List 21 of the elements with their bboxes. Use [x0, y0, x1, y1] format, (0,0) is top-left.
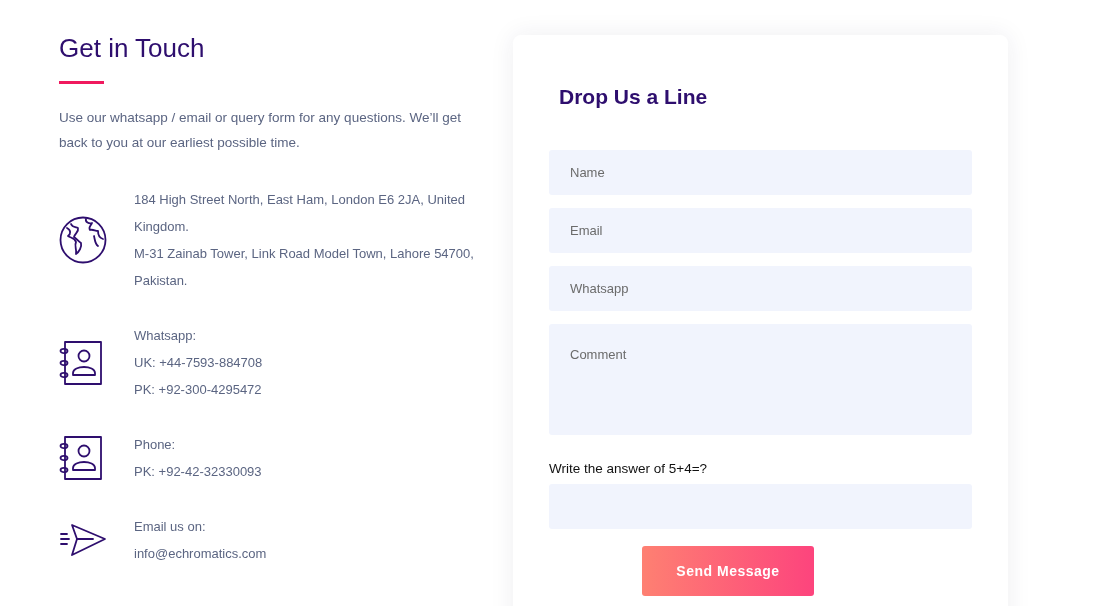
contact-text: Email us on:: [134, 518, 207, 536]
comment-field[interactable]: Comment: [549, 324, 972, 435]
input-field[interactable]: Email: [549, 208, 972, 253]
contact-text: info@echromatics.com: [134, 545, 268, 563]
contact-text: PK: +92-42-32330093: [134, 463, 263, 481]
accent-rule: [59, 81, 104, 84]
input-field[interactable]: Whatsapp: [549, 266, 972, 311]
paper-plane-icon: [59, 522, 107, 558]
input-field[interactable]: Name: [549, 150, 972, 195]
contact-text: Phone:: [134, 436, 177, 454]
contact-text: 184 High Street North, East Ham, London E6 2JA, United Kingdom.: [134, 191, 466, 236]
globe-icon: [59, 216, 107, 264]
form-title: Drop Us a Line: [559, 84, 709, 110]
contact-text: UK: +44-7593-884708: [134, 354, 264, 372]
contact-text: PK: +92-300-4295472: [134, 381, 263, 399]
contact-text: Whatsapp:: [134, 327, 198, 345]
intro-text: Use our whatsapp / email or query form for any questions. We’ll get back to you at our earliest possible time.: [59, 109, 462, 152]
section-heading: Get in Touch: [59, 32, 206, 65]
send-button[interactable]: Send Message: [642, 546, 814, 596]
contact-text: M-31 Zainab Tower, Link Road Model Town, Lahore 54700, Pakistan.: [134, 245, 475, 290]
captcha-question: Write the answer of 5+4=?: [549, 460, 709, 478]
